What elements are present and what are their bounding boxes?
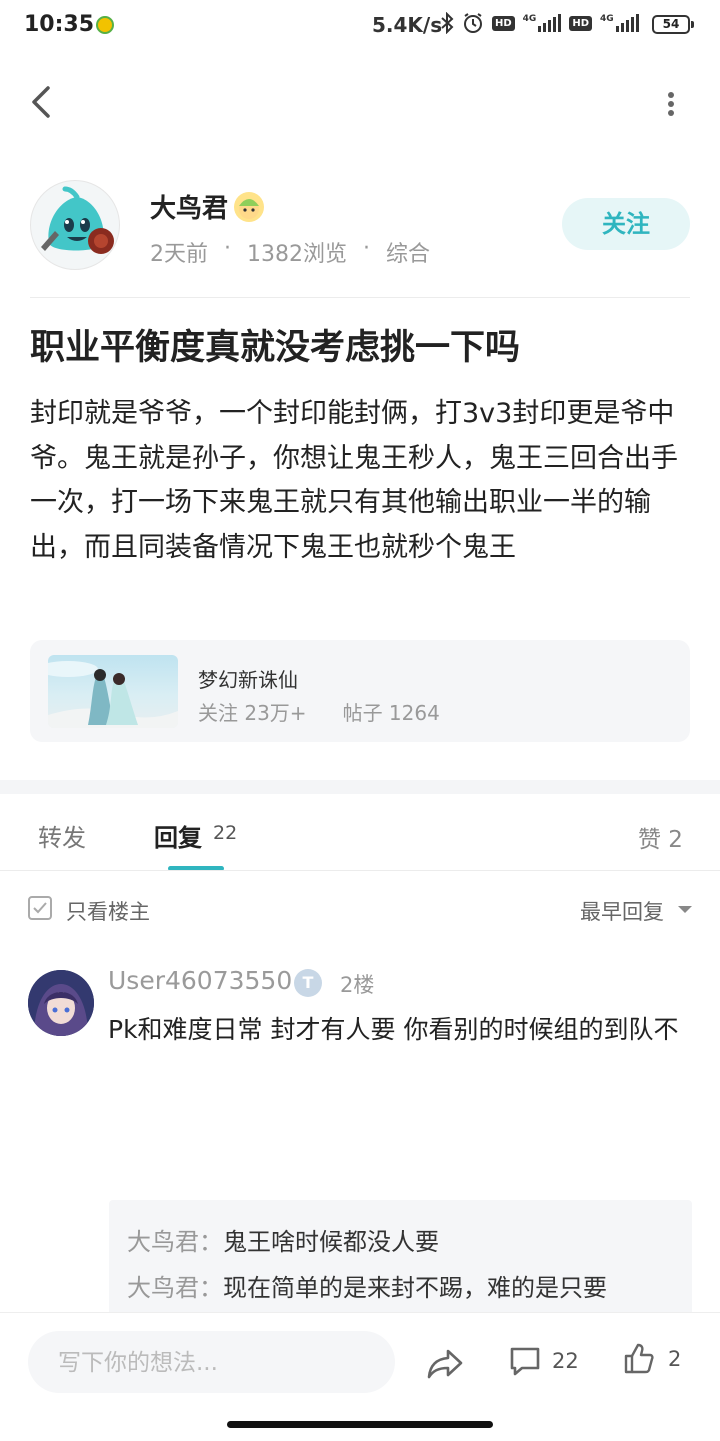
follow-button[interactable]: 关注 xyxy=(562,198,690,250)
post-views: 1382浏览 xyxy=(247,242,347,267)
hd-icon-2: HD xyxy=(569,15,592,31)
notification-icon xyxy=(96,16,114,34)
check-icon xyxy=(33,902,47,914)
sub-reply: 大鸟君：鬼王啥时候都没人要 xyxy=(127,1222,439,1257)
post-meta: 2天前 · 1382浏览 · 综合 xyxy=(150,236,430,268)
like-count: 2 xyxy=(668,1347,682,1371)
signal-icon: 4G xyxy=(523,14,562,32)
sub-reply-author[interactable]: 大鸟君 xyxy=(127,1274,199,1302)
post-time: 2天前 xyxy=(150,242,208,267)
network-type: 4G xyxy=(522,14,537,24)
thumbs-up-icon xyxy=(624,1343,654,1374)
author-badge-icon xyxy=(234,192,264,222)
signal-icon-2: 4G xyxy=(600,14,639,32)
alarm-icon xyxy=(464,13,482,33)
comment-input-container[interactable] xyxy=(28,1331,395,1395)
status-icons: HD 4G HD 4G xyxy=(440,12,639,34)
more-vertical-icon xyxy=(668,92,674,116)
comment-input[interactable] xyxy=(56,1331,380,1395)
floor-number: 2楼 xyxy=(340,973,375,997)
sub-replies[interactable]: 大鸟君：鬼王啥时候都没人要 大鸟君：现在简单的是来封不踢，难的是只要 xyxy=(109,1200,692,1320)
section-separator xyxy=(0,780,720,794)
more-button[interactable] xyxy=(654,84,688,124)
author-name[interactable]: 大鸟君 xyxy=(150,188,228,225)
status-bar: 10:35 5.4K/s HD 4G HD 4G 54 xyxy=(0,0,720,52)
divider xyxy=(30,297,690,298)
sub-reply-text: 鬼王啥时候都没人要 xyxy=(223,1228,439,1256)
meta-separator: · xyxy=(224,236,231,261)
status-time: 10:35 xyxy=(24,12,95,37)
tab-like[interactable]: 赞 2 xyxy=(638,820,683,854)
home-indicator[interactable] xyxy=(227,1421,493,1428)
sub-reply-colon: ： xyxy=(199,1228,223,1256)
forum-name: 梦幻新诛仙 xyxy=(198,668,298,692)
share-icon xyxy=(427,1349,463,1379)
sub-reply-author[interactable]: 大鸟君 xyxy=(127,1228,199,1256)
comment-text: Pk和难度日常 封才有人要 你看别的时候组的到队不 xyxy=(108,1015,679,1044)
comment-count: 22 xyxy=(552,1349,579,1373)
sub-reply-colon: ： xyxy=(199,1274,223,1302)
network-speed: 5.4K/s xyxy=(372,13,443,37)
post-category[interactable]: 综合 xyxy=(386,236,430,268)
author-avatar[interactable] xyxy=(30,180,120,270)
forum-followers: 关注 23万+ xyxy=(198,701,307,725)
sub-reply: 大鸟君：现在简单的是来封不踢，难的是只要 xyxy=(127,1268,607,1303)
caret-down-icon[interactable] xyxy=(678,906,692,913)
user-level-badge: T xyxy=(294,969,322,997)
divider xyxy=(0,870,720,871)
commenter-avatar[interactable] xyxy=(28,970,94,1036)
post-body: 封印就是爷爷，一个封印能封俩，打3v3封印更是爷中爷。鬼王就是孙子，你想让鬼王秒… xyxy=(30,398,678,563)
comment-button[interactable]: 22 xyxy=(508,1344,579,1378)
sort-dropdown[interactable]: 最早回复 xyxy=(580,896,664,926)
commenter-name[interactable]: User46073550 xyxy=(108,966,292,995)
forum-posts: 帖子 1264 xyxy=(342,701,440,725)
slime-mascot-icon xyxy=(41,186,114,254)
bluetooth-icon xyxy=(441,12,454,34)
tab-reply[interactable]: 回复 xyxy=(154,818,202,853)
forum-thumbnail xyxy=(48,655,178,728)
only-op-checkbox[interactable] xyxy=(28,896,52,920)
back-button[interactable] xyxy=(22,80,62,124)
post-title: 职业平衡度真就没考虑挑一下吗 xyxy=(30,328,521,368)
tab-repost[interactable]: 转发 xyxy=(38,818,86,853)
comment-icon xyxy=(510,1347,540,1376)
share-button[interactable] xyxy=(424,1342,466,1384)
sub-reply-text: 现在简单的是来封不踢，难的是只要 xyxy=(223,1274,607,1302)
battery-icon: 54 xyxy=(652,15,694,34)
meta-separator: · xyxy=(363,236,370,261)
hd-icon: HD xyxy=(492,15,515,31)
forum-stats: 关注 23万+ 帖子 1264 xyxy=(198,697,440,726)
tab-reply-count: 22 xyxy=(213,822,238,844)
like-button[interactable]: 2 xyxy=(622,1342,681,1376)
chevron-left-icon xyxy=(32,86,50,118)
only-op-label[interactable]: 只看楼主 xyxy=(66,896,150,926)
network-type-2: 4G xyxy=(600,14,614,24)
